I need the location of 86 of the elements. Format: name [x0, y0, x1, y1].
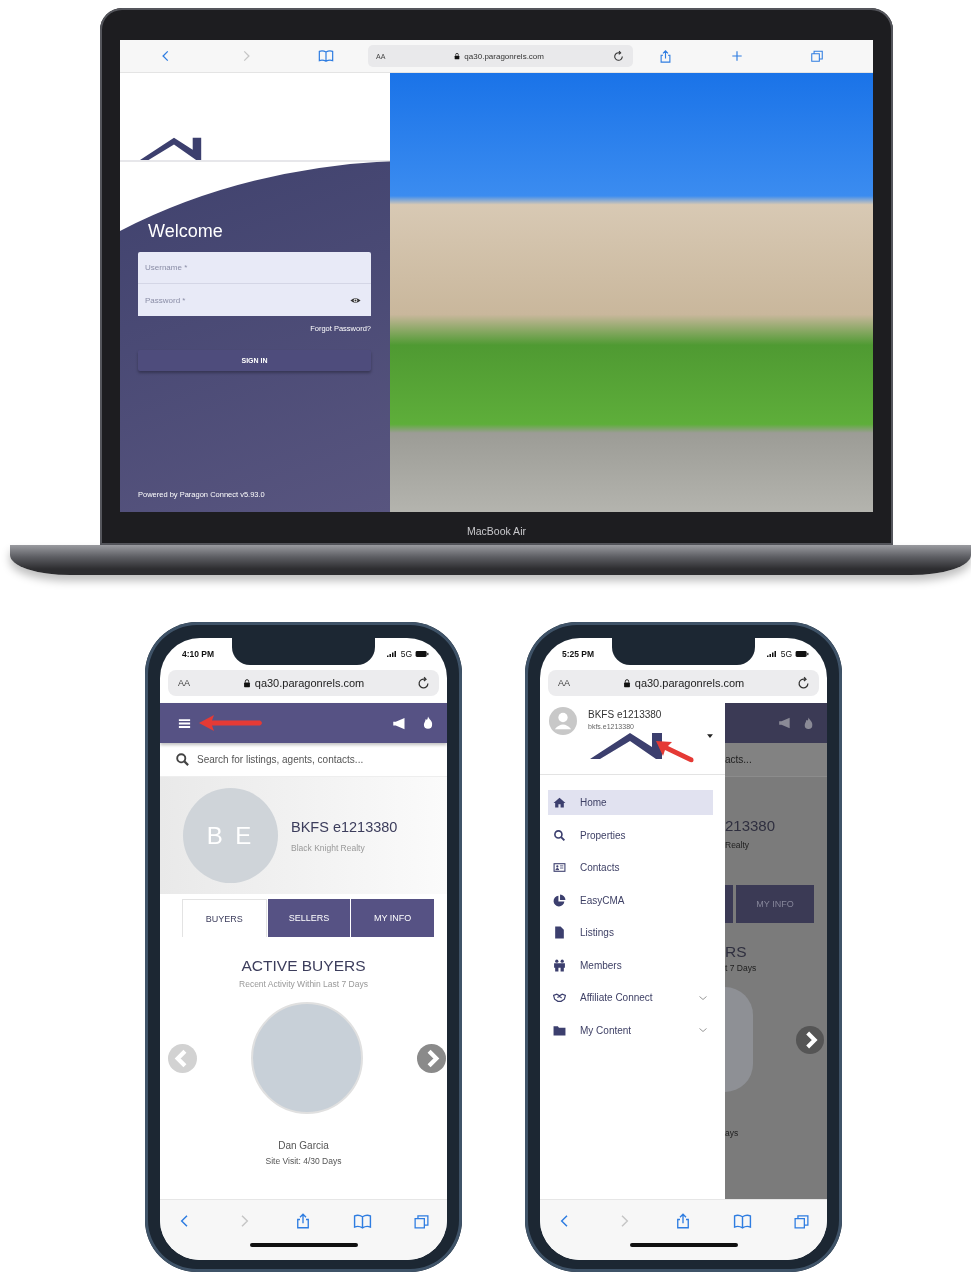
- announcements-button[interactable]: [392, 715, 407, 731]
- tab[interactable]: SELLERS: [267, 899, 351, 937]
- text-size-button[interactable]: AA: [558, 678, 570, 688]
- plus-icon: [730, 49, 744, 63]
- section-title: RS: [725, 943, 748, 961]
- lock-icon: [453, 52, 462, 60]
- menu-label: Contacts: [580, 862, 621, 873]
- menu-label: Affiliate Connect: [580, 992, 654, 1003]
- tabs-icon: [412, 1212, 430, 1230]
- agent-name: BKFS e1213380: [291, 818, 398, 835]
- device-label: MacBook Air: [467, 525, 526, 537]
- reload-icon: [612, 49, 625, 63]
- menu-label: Home: [580, 797, 608, 808]
- menu-item[interactable]: Home: [548, 790, 713, 815]
- menu-label: Properties: [580, 829, 627, 841]
- network-type: 5G: [400, 649, 412, 659]
- avatar-icon: [549, 707, 577, 735]
- company-name: Realty: [725, 840, 751, 850]
- menu-label: Listings: [580, 927, 615, 938]
- address-bar[interactable]: AA qa30.paragonrels.com: [168, 670, 439, 696]
- menu-item[interactable]: Properties: [548, 822, 713, 848]
- share-icon: [294, 1212, 312, 1230]
- flame-icon: [802, 716, 815, 730]
- next-button[interactable]: [417, 1043, 446, 1073]
- signal-icon: [385, 648, 398, 660]
- annotation-arrow: [655, 739, 695, 765]
- flame-icon: [421, 716, 435, 730]
- search-icon: [553, 828, 566, 842]
- share-icon: [657, 48, 673, 64]
- reload-button[interactable]: [416, 675, 431, 691]
- buyer-activity: Site Visit: 4/30 Days: [265, 1156, 342, 1166]
- reload-button[interactable]: [612, 49, 625, 63]
- menu-label: Members: [580, 959, 623, 971]
- username-field[interactable]: Username *: [138, 252, 371, 284]
- people-icon: [553, 958, 566, 972]
- url-text: qa30.paragonrels.com: [254, 677, 365, 689]
- user-name: BKFS e1213380: [588, 709, 662, 720]
- contact-card-icon: [553, 861, 566, 874]
- lock-icon: [241, 678, 252, 688]
- book-icon: [318, 48, 334, 64]
- tabs-icon: [792, 1212, 810, 1230]
- tabs-icon: [810, 49, 824, 63]
- handshake-icon: [553, 991, 566, 1004]
- menu-item[interactable]: Listings: [548, 920, 713, 945]
- chevron-right-icon: [796, 1025, 824, 1054]
- tab[interactable]: BUYERS: [182, 899, 267, 937]
- megaphone-icon: [392, 715, 407, 731]
- search-icon: [175, 752, 190, 767]
- reload-icon: [416, 675, 431, 691]
- network-type: 5G: [780, 649, 792, 659]
- pie-chart-icon: [553, 893, 566, 907]
- reload-button[interactable]: [796, 675, 811, 691]
- menu-label: My Content: [580, 1024, 633, 1036]
- menu-item[interactable]: EasyCMA: [548, 887, 713, 913]
- lock-icon: [621, 678, 632, 688]
- buyer-activity: ays: [725, 1128, 740, 1138]
- status-time: 5:25 PM: [562, 649, 595, 659]
- buyer-name: Dan Garcia: [278, 1140, 329, 1151]
- menu-item[interactable]: Contacts: [548, 855, 713, 880]
- share-icon: [674, 1212, 692, 1230]
- menu-item[interactable]: My Content: [548, 1017, 713, 1043]
- url-text: qa30.paragonrels.com: [634, 677, 745, 689]
- text-size-button[interactable]: AA: [178, 678, 190, 688]
- menu-item[interactable]: Affiliate Connect: [548, 985, 713, 1010]
- url-text: qa30.paragonrels.com: [464, 51, 544, 61]
- menu-item[interactable]: Members: [548, 952, 713, 978]
- annotation-arrow: [198, 714, 264, 732]
- search-placeholder: Search for listings, agents, contacts...: [197, 754, 364, 765]
- section-subtitle: t 7 Days: [725, 963, 758, 973]
- company-name: Black Knight Realty: [291, 842, 366, 853]
- status-time: 4:10 PM: [182, 649, 215, 659]
- agent-name: 213380: [725, 817, 777, 834]
- signal-icon: [765, 648, 778, 660]
- home-icon: [553, 796, 566, 809]
- section-subtitle: Recent Activity Within Last 7 Days: [239, 979, 368, 989]
- tab[interactable]: MY INFO: [351, 899, 434, 937]
- megaphone-icon: [778, 716, 792, 730]
- menu-label: EasyCMA: [580, 894, 626, 906]
- hot-sheet-button[interactable]: [421, 716, 435, 730]
- section-title: ACTIVE BUYERS: [241, 957, 366, 975]
- address-bar[interactable]: AA qa30.paragonrels.com: [548, 670, 819, 696]
- folder-icon: [553, 1023, 566, 1037]
- document-icon: [553, 926, 566, 939]
- search-field[interactable]: acts...: [725, 743, 827, 777]
- welcome-heading: Welcome: [148, 220, 224, 242]
- reload-icon: [796, 675, 811, 691]
